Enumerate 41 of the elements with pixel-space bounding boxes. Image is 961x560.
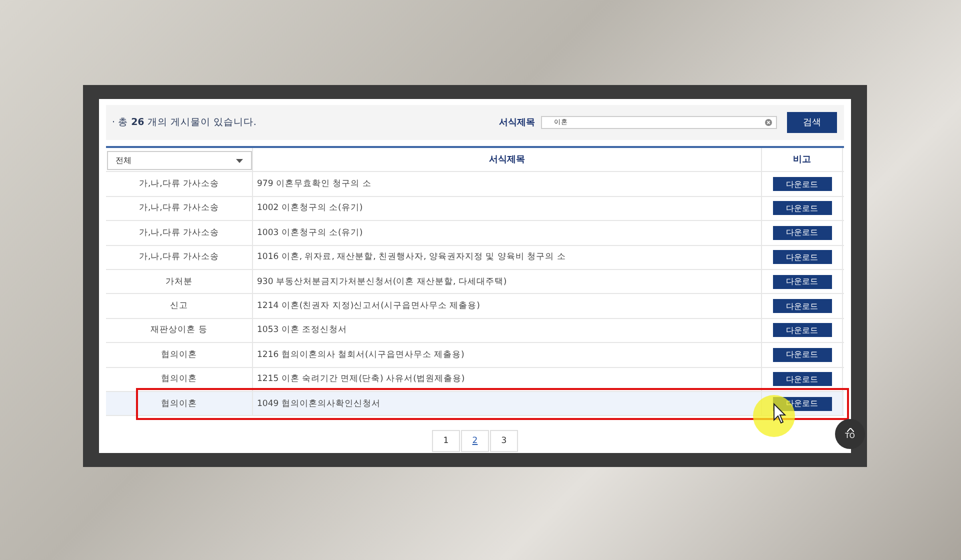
category-dropdown[interactable]: 전체 — [106, 151, 252, 170]
page-button[interactable]: 3 — [490, 430, 518, 452]
table-cell: 1049 협의이혼의사확인신청서 — [257, 398, 380, 410]
table-cell: 재판상이혼 등 — [150, 324, 208, 336]
download-button[interactable]: 다운로드 — [772, 372, 832, 386]
table-cell: 협의이혼 — [161, 348, 197, 361]
table-cell: 1016 이혼, 위자료, 재산분할, 친권행사자, 양육권자지정 및 양육비 청구의 소 — [257, 251, 566, 264]
caret-icon — [236, 158, 242, 163]
clear-icon[interactable] — [765, 119, 772, 126]
download-button[interactable]: 다운로드 — [772, 250, 832, 264]
download-button[interactable]: 다운로드 — [772, 177, 832, 192]
table-cell: 1216 협의이혼의사 철회서(시구읍면사무소 제출용) — [257, 348, 464, 361]
download-button[interactable]: 다운로드 — [772, 226, 832, 240]
table-cell: 979 이혼무효확인 청구의 소 — [257, 178, 372, 190]
table-cell: 가처분 — [166, 276, 192, 288]
page-button[interactable]: 2 — [461, 430, 489, 452]
column-header: 서식제목 — [489, 154, 525, 166]
table-cell: 협의이혼 — [161, 398, 197, 410]
table-cell: 1003 이혼청구의 소(유기) — [257, 226, 363, 239]
search-label: 서식제목 — [499, 117, 535, 129]
download-button[interactable]: 다운로드 — [772, 348, 832, 362]
download-button[interactable]: 다운로드 — [772, 323, 832, 338]
table-cell: 가,나,다류 가사소송 — [138, 178, 220, 190]
post-count-text: · 총 26 개의 게시물이 있습니다. — [112, 116, 258, 129]
caret-icon — [846, 428, 854, 432]
table-cell: 협의이혼 — [161, 373, 197, 386]
table-cell: 1215 이혼 숙려기간 면제(단축) 사유서(법원제출용) — [257, 373, 465, 386]
table-cell: 가,나,다류 가사소송 — [138, 251, 220, 264]
table-cell: 1002 이혼청구의 소(유기) — [257, 202, 363, 214]
table-cell: 가,나,다류 가사소송 — [138, 226, 220, 239]
download-button[interactable]: 다운로드 — [772, 299, 832, 314]
table-cell: 가,나,다류 가사소송 — [138, 202, 220, 214]
table-cell: 930 부동산처분금지가처분신청서(이혼 재산분할, 다세대주택) — [257, 276, 507, 288]
download-button[interactable]: 다운로드 — [772, 201, 832, 216]
table-cell: 1053 이혼 조정신청서 — [257, 324, 348, 336]
column-header: 비고 — [793, 154, 811, 166]
search-button[interactable]: 검색 — [787, 112, 837, 133]
download-button[interactable]: 다운로드 — [772, 274, 832, 289]
table-cell: 1214 이혼(친권자 지정)신고서(시구읍면사무소 제출용) — [257, 300, 480, 312]
table-cell: 신고 — [170, 300, 188, 312]
page-button[interactable]: 1 — [432, 430, 460, 452]
